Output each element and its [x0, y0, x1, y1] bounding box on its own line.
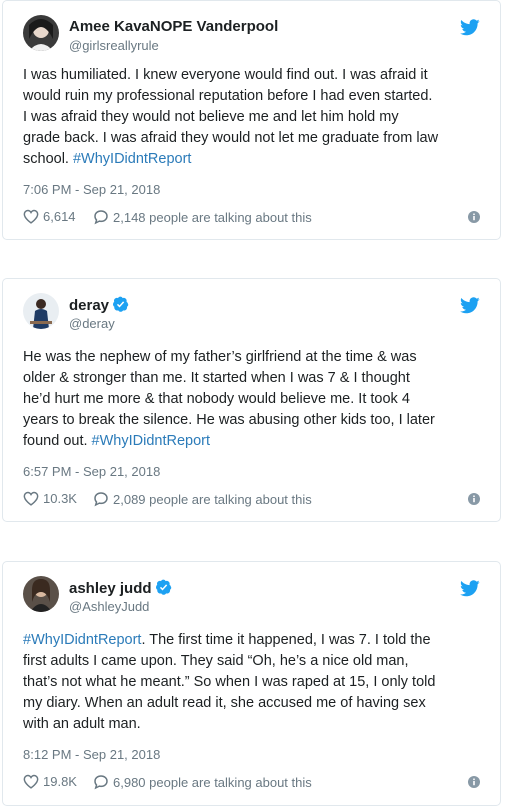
tweet-line: found out. #WhyIDidntReport [23, 433, 210, 449]
talking-count: 2,148 people are talking about this [113, 209, 312, 225]
handle[interactable]: @deray [69, 316, 115, 331]
reply-bubble-icon [94, 492, 108, 507]
tweet-card[interactable]: deray @deray He was the nephew of my fat… [2, 278, 501, 522]
info-icon[interactable] [468, 493, 480, 505]
reply-bubble-icon [94, 210, 108, 225]
tweet-line: he’d hurt me more & that nobody would be… [23, 391, 410, 407]
info-icon[interactable] [468, 776, 480, 788]
tweet-line: with an adult man. [23, 716, 141, 732]
heart-icon [23, 209, 39, 224]
tweet-actions: 19.8K 6,980 people are talking about thi… [23, 774, 480, 794]
tweet-text: #WhyIDidntReport. The first time it happ… [23, 630, 486, 735]
tweet-actions: 10.3K 2,089 people are talking about thi… [23, 491, 480, 511]
tweet-text: He was the nephew of my father’s girlfri… [23, 347, 486, 452]
handle[interactable]: @AshleyJudd [69, 599, 149, 614]
tweet-line: #WhyIDidntReport. The first time it happ… [23, 632, 431, 648]
tweet-line: older & stronger than me. It started whe… [23, 370, 410, 386]
info-icon[interactable] [468, 211, 480, 223]
tweet-line: my diary. When an adult read it, she acc… [23, 695, 426, 711]
like-count: 19.8K [43, 774, 77, 789]
avatar[interactable] [23, 15, 59, 51]
talking-count: 2,089 people are talking about this [113, 491, 312, 507]
twitter-bird-icon[interactable] [460, 580, 480, 597]
tweet-actions: 6,614 2,148 people are talking about thi… [23, 209, 480, 229]
display-name[interactable]: ashley judd [69, 579, 172, 597]
display-name[interactable]: deray [69, 296, 129, 314]
like-count: 10.3K [43, 491, 77, 506]
like-button[interactable]: 19.8K [23, 774, 77, 789]
tweet-line: years to break the silence. He was abusi… [23, 412, 435, 428]
heart-icon [23, 774, 39, 789]
reply-button[interactable]: 6,980 people are talking about this [93, 774, 312, 790]
heart-icon [23, 491, 39, 506]
tweet-card[interactable]: Amee KavaNOPE Vanderpool @girlsreallyrul… [2, 0, 501, 240]
twitter-bird-icon[interactable] [460, 19, 480, 36]
timestamp[interactable]: 7:06 PM - Sep 21, 2018 [23, 182, 160, 197]
tweet-text: I was humiliated. I knew everyone would … [23, 65, 486, 170]
timestamp[interactable]: 6:57 PM - Sep 21, 2018 [23, 464, 160, 479]
tweet-line: I was humiliated. I knew everyone would … [23, 67, 428, 83]
hashtag-link[interactable]: #WhyIDidntReport [73, 151, 191, 167]
tweet-line: school. #WhyIDidntReport [23, 151, 192, 167]
talking-count: 6,980 people are talking about this [113, 774, 312, 790]
display-name[interactable]: Amee KavaNOPE Vanderpool [69, 18, 278, 35]
avatar[interactable] [23, 293, 59, 329]
like-button[interactable]: 6,614 [23, 209, 76, 224]
avatar[interactable] [23, 576, 59, 612]
tweet-line: would ruin my professional reputation be… [23, 88, 433, 104]
tweet-line: first adults I came upon. They said “Oh,… [23, 653, 409, 669]
tweet-card[interactable]: ashley judd @AshleyJudd #WhyIDidntReport… [2, 561, 501, 806]
tweet-line: grade back. I was afraid they would not … [23, 130, 439, 146]
hashtag-link[interactable]: #WhyIDidntReport [23, 632, 141, 648]
timestamp[interactable]: 8:12 PM - Sep 21, 2018 [23, 747, 160, 762]
tweet-line: He was the nephew of my father’s girlfri… [23, 349, 417, 365]
verified-badge-icon [113, 296, 129, 312]
handle[interactable]: @girlsreallyrule [69, 38, 159, 53]
twitter-bird-icon[interactable] [460, 297, 480, 314]
reply-button[interactable]: 2,148 people are talking about this [93, 209, 312, 225]
reply-button[interactable]: 2,089 people are talking about this [93, 491, 312, 507]
reply-bubble-icon [94, 775, 108, 790]
tweet-line: that’s not what he meant.” So when I was… [23, 674, 436, 690]
tweet-line: I was afraid they would not believe me a… [23, 109, 399, 125]
like-button[interactable]: 10.3K [23, 491, 77, 506]
verified-badge-icon [155, 579, 171, 595]
hashtag-link[interactable]: #WhyIDidntReport [92, 433, 210, 449]
like-count: 6,614 [43, 209, 76, 224]
